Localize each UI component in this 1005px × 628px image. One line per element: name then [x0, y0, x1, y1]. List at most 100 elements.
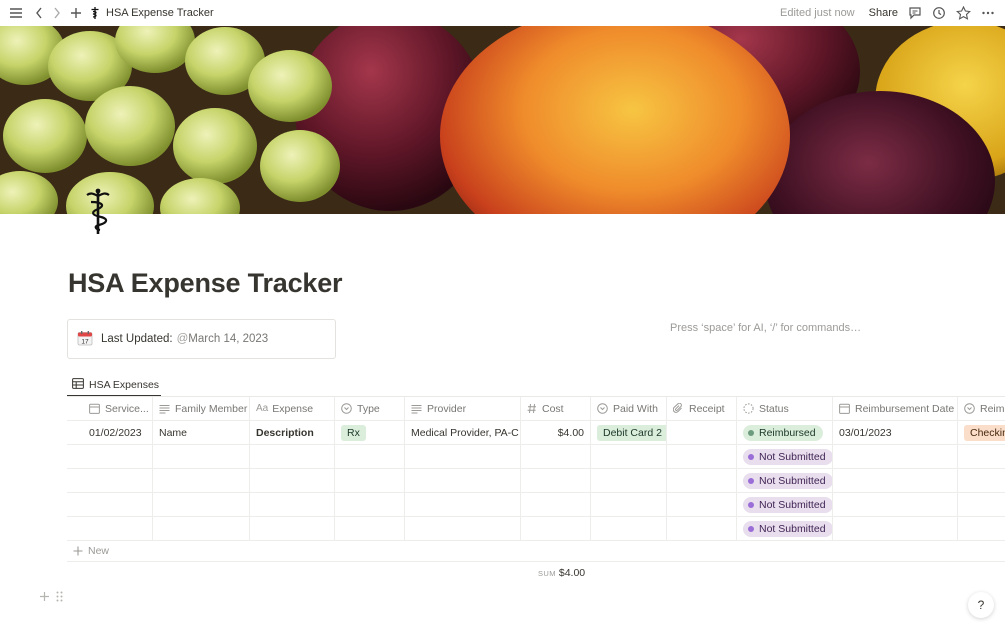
provider-cell[interactable]: Medical Provider, PA-C: [405, 421, 521, 444]
more-options-icon[interactable]: [981, 6, 995, 20]
type-cell[interactable]: [335, 517, 405, 540]
status-cell[interactable]: Not Submitted: [737, 445, 833, 468]
back-arrow-icon[interactable]: [34, 6, 44, 20]
add-page-icon[interactable]: [70, 7, 82, 19]
page-title[interactable]: HSA Expense Tracker: [68, 268, 343, 299]
provider-cell[interactable]: [405, 493, 521, 516]
provider-cell[interactable]: [405, 517, 521, 540]
caduceus-icon[interactable]: [80, 186, 116, 238]
text-icon: [411, 404, 422, 413]
column-header-cost[interactable]: Cost: [521, 397, 591, 420]
column-header-expense[interactable]: Aa Expense: [250, 397, 335, 420]
forward-arrow-icon[interactable]: [52, 6, 62, 20]
ai-command-hint[interactable]: Press ‘space’ for AI, ‘/’ for commands…: [670, 322, 861, 334]
add-block-icon[interactable]: [39, 589, 50, 607]
sidebar-menu-icon[interactable]: [8, 6, 24, 20]
receipt-cell[interactable]: [667, 493, 737, 516]
receipt-cell[interactable]: [667, 421, 737, 444]
reimbursement-date-cell[interactable]: [833, 445, 958, 468]
service-date-cell[interactable]: [83, 517, 153, 540]
add-new-row-button[interactable]: New: [67, 540, 1005, 562]
column-header-service-date[interactable]: Service...: [83, 397, 153, 420]
expense-cell[interactable]: [250, 445, 335, 468]
share-button[interactable]: Share: [869, 7, 898, 19]
family-member-cell[interactable]: [153, 517, 250, 540]
breadcrumb[interactable]: HSA Expense Tracker: [106, 7, 214, 19]
type-cell[interactable]: [335, 493, 405, 516]
mention-at-symbol: @: [176, 333, 189, 345]
family-member-cell[interactable]: [153, 469, 250, 492]
column-header-reimbursement-date[interactable]: Reimbursement Date: [833, 397, 958, 420]
table-row[interactable]: Not Submitted: [67, 445, 1005, 469]
reimbursement-date-cell[interactable]: [833, 469, 958, 492]
service-date-cell[interactable]: 01/02/2023: [83, 421, 153, 444]
tab-hsa-expenses[interactable]: HSA Expenses: [67, 375, 161, 397]
status-cell[interactable]: Not Submitted: [737, 493, 833, 516]
service-date-cell[interactable]: [83, 493, 153, 516]
column-header-type[interactable]: Type: [335, 397, 405, 420]
column-header-family-member[interactable]: Family Member: [153, 397, 250, 420]
table-row[interactable]: Not Submitted: [67, 469, 1005, 493]
family-member-cell[interactable]: Name: [153, 421, 250, 444]
reimb-cell[interactable]: [958, 445, 1005, 468]
table-row[interactable]: 01/02/2023 Name Description Rx Medical P…: [67, 421, 1005, 445]
cost-cell[interactable]: [521, 469, 591, 492]
reimb-cell[interactable]: [958, 493, 1005, 516]
status-dot: [748, 453, 754, 460]
help-button[interactable]: ?: [968, 592, 994, 618]
reimbursement-date-cell[interactable]: 03/01/2023: [833, 421, 958, 444]
family-member-cell[interactable]: [153, 445, 250, 468]
receipt-cell[interactable]: [667, 469, 737, 492]
status-cell[interactable]: Not Submitted: [737, 469, 833, 492]
paid-with-cell[interactable]: [591, 517, 667, 540]
column-header-reimb[interactable]: Reimb: [958, 397, 1005, 420]
table-row[interactable]: Not Submitted: [67, 493, 1005, 517]
reimbursement-date-cell[interactable]: [833, 517, 958, 540]
provider-cell[interactable]: [405, 445, 521, 468]
provider-cell[interactable]: [405, 469, 521, 492]
expense-cell[interactable]: [250, 517, 335, 540]
status-dot: [748, 525, 754, 532]
paid-with-cell[interactable]: Debit Card 2: [591, 421, 667, 444]
favorite-star-icon[interactable]: [956, 6, 971, 20]
status-badge: Reimbursed: [743, 424, 823, 441]
column-header-status[interactable]: Status: [737, 397, 833, 420]
type-cell[interactable]: [335, 445, 405, 468]
cost-sum[interactable]: SUM $4.00: [538, 567, 585, 579]
reimbursement-date-cell[interactable]: [833, 493, 958, 516]
cost-cell[interactable]: $4.00: [521, 421, 591, 444]
column-header-provider[interactable]: Provider: [405, 397, 521, 420]
column-header-receipt[interactable]: Receipt: [667, 397, 737, 420]
receipt-cell[interactable]: [667, 517, 737, 540]
date-mention[interactable]: @March 14, 2023: [177, 333, 269, 345]
paid-with-cell[interactable]: [591, 469, 667, 492]
expense-cell[interactable]: Description: [250, 421, 335, 444]
expense-cell[interactable]: [250, 469, 335, 492]
cost-cell[interactable]: [521, 445, 591, 468]
type-cell[interactable]: [335, 469, 405, 492]
drag-handle-icon[interactable]: [56, 589, 63, 607]
type-cell[interactable]: Rx: [335, 421, 405, 444]
history-clock-icon[interactable]: [932, 6, 946, 20]
cost-cell[interactable]: [521, 517, 591, 540]
status-badge: Not Submitted: [743, 520, 832, 537]
paid-with-cell[interactable]: [591, 445, 667, 468]
service-date-cell[interactable]: [83, 445, 153, 468]
comments-icon[interactable]: [908, 6, 922, 20]
column-header-paid-with[interactable]: Paid With: [591, 397, 667, 420]
paid-with-cell[interactable]: [591, 493, 667, 516]
cover-image[interactable]: [0, 26, 1005, 214]
expense-cell[interactable]: [250, 493, 335, 516]
service-date-cell[interactable]: [83, 469, 153, 492]
family-member-cell[interactable]: [153, 493, 250, 516]
receipt-cell[interactable]: [667, 445, 737, 468]
status-cell[interactable]: Not Submitted: [737, 517, 833, 540]
top-bar-left: HSA Expense Tracker: [8, 4, 214, 22]
last-updated-callout[interactable]: 17 Last Updated: @March 14, 2023: [67, 319, 336, 359]
status-cell[interactable]: Reimbursed: [737, 421, 833, 444]
cost-cell[interactable]: [521, 493, 591, 516]
reimb-cell[interactable]: [958, 469, 1005, 492]
reimb-cell[interactable]: [958, 517, 1005, 540]
reimb-cell[interactable]: Checkin: [958, 421, 1005, 444]
table-row[interactable]: Not Submitted: [67, 517, 1005, 541]
